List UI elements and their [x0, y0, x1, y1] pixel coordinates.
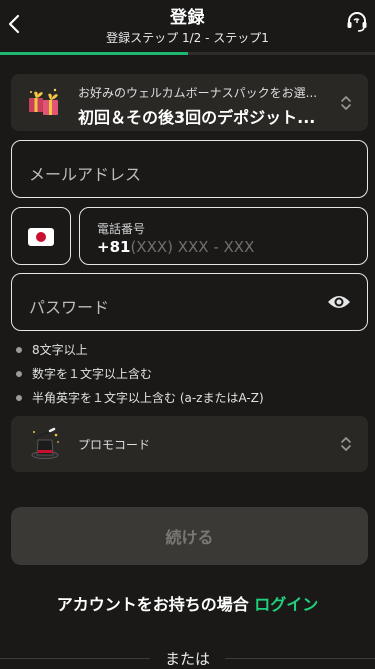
chevron-up-down-icon: [341, 437, 351, 451]
requirement-text: 8文字以上: [32, 343, 88, 357]
magic-hat-icon: [31, 427, 59, 459]
requirement-text: 半角英字を１文字以上含む (a-zまたはA-Z): [32, 391, 264, 405]
bullet-icon: [16, 395, 22, 401]
welcome-bonus-select[interactable]: お好みのウェルカムボーナスパックをお選... 初回＆その後3回のデポジット...: [11, 74, 368, 131]
bullet-icon: [16, 371, 22, 377]
phone-mask: (XXX) XXX - XXX: [130, 238, 255, 256]
progress-bar: [0, 52, 375, 55]
japan-flag-icon: [28, 228, 54, 246]
requirement-item: 数字を１文字以上含む: [16, 365, 366, 389]
promo-code-select[interactable]: プロモコード: [11, 416, 368, 472]
country-code-select[interactable]: [11, 207, 71, 265]
eye-icon[interactable]: [327, 293, 351, 311]
chevron-up-down-icon: [341, 95, 351, 110]
requirement-item: 半角英字を１文字以上含む (a-zまたはA-Z): [16, 389, 366, 413]
password-requirements: 8文字以上 数字を１文字以上含む 半角英字を１文字以上含む (a-zまたはA-Z…: [16, 341, 366, 413]
email-field[interactable]: メールアドレス: [11, 140, 368, 198]
email-placeholder: メールアドレス: [29, 165, 142, 184]
progress-fill: [0, 52, 188, 55]
headset-icon: [347, 12, 367, 32]
header: 登録 登録ステップ 1/2 - ステップ1: [0, 0, 375, 56]
requirement-text: 数字を１文字以上含む: [32, 367, 153, 381]
page-title: 登録: [170, 8, 205, 28]
phone-field[interactable]: 電話番号 +81(XXX) XXX - XXX: [79, 207, 368, 265]
phone-country-code: +81: [97, 238, 131, 256]
promo-code-label: プロモコード: [78, 438, 151, 452]
support-button[interactable]: [345, 10, 369, 34]
phone-label: 電話番号: [97, 222, 146, 236]
or-divider: または: [0, 647, 375, 668]
bullet-icon: [16, 347, 22, 353]
gift-box-icon: [29, 88, 58, 115]
login-prompt: アカウントをお持ちの場合 ログイン: [0, 591, 375, 615]
login-link[interactable]: ログイン: [254, 595, 318, 614]
step-indicator: 登録ステップ 1/2 - ステップ1: [106, 31, 269, 45]
password-placeholder: パスワード: [29, 298, 110, 317]
flag-disc: [36, 232, 46, 242]
or-text: または: [164, 650, 210, 668]
requirement-item: 8文字以上: [16, 341, 366, 365]
bonus-selected-value: 初回＆その後3回のデポジット...: [78, 108, 316, 127]
phone-value: +81(XXX) XXX - XXX: [97, 238, 254, 256]
login-prompt-text: アカウントをお持ちの場合: [56, 595, 249, 614]
bonus-prompt: お好みのウェルカムボーナスパックをお選...: [78, 86, 318, 100]
password-field[interactable]: パスワード: [11, 273, 368, 331]
continue-button[interactable]: 続ける: [11, 507, 368, 565]
